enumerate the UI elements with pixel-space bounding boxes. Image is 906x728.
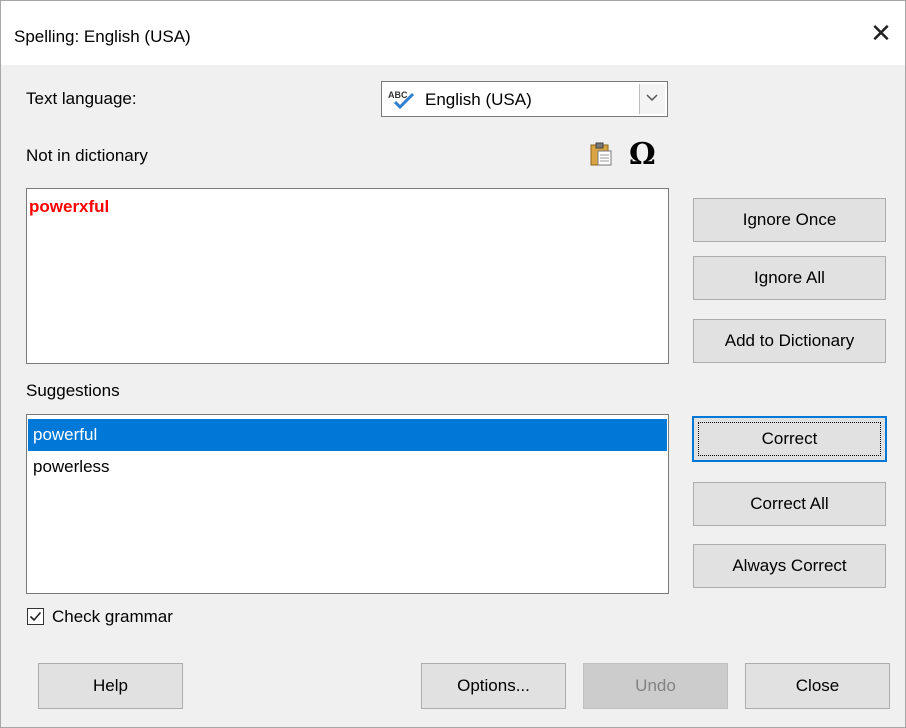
checkmark-icon xyxy=(29,611,42,622)
close-button[interactable]: Close xyxy=(745,663,890,709)
check-grammar-checkbox[interactable] xyxy=(27,608,44,625)
svg-text:ABC: ABC xyxy=(388,90,408,100)
special-character-icon[interactable]: Ω xyxy=(629,137,656,172)
window-title: Spelling: English (USA) xyxy=(14,27,191,46)
help-button[interactable]: Help xyxy=(38,663,183,709)
always-correct-button[interactable]: Always Correct xyxy=(693,544,886,588)
suggestions-label: Suggestions xyxy=(26,381,120,400)
ignore-once-button[interactable]: Ignore Once xyxy=(693,198,886,242)
suggestions-list[interactable]: powerful powerless xyxy=(26,414,669,594)
correct-button[interactable]: Correct xyxy=(692,416,887,462)
text-language-value: English (USA) xyxy=(425,90,532,109)
spellcheck-abc-icon: ABC xyxy=(387,88,417,110)
title-bar: Spelling: English (USA) ✕ xyxy=(1,1,905,65)
misspelled-word: powerxful xyxy=(29,197,110,216)
check-grammar-label[interactable]: Check grammar xyxy=(52,607,173,627)
ignore-all-button[interactable]: Ignore All xyxy=(693,256,886,300)
not-in-dictionary-label: Not in dictionary xyxy=(26,146,148,165)
correct-all-button[interactable]: Correct All xyxy=(693,482,886,526)
close-icon[interactable]: ✕ xyxy=(867,19,895,47)
suggestion-item[interactable]: powerless xyxy=(28,451,667,483)
text-language-select[interactable]: ABC English (USA) xyxy=(381,81,668,117)
add-to-dictionary-button[interactable]: Add to Dictionary xyxy=(693,319,886,363)
text-language-label: Text language: xyxy=(26,89,137,108)
paste-icon[interactable] xyxy=(588,141,614,172)
undo-button[interactable]: Undo xyxy=(583,663,728,709)
chevron-down-icon[interactable] xyxy=(639,84,665,114)
spelling-dialog: Spelling: English (USA) ✕ Text language:… xyxy=(0,0,906,728)
suggestion-item-selected[interactable]: powerful xyxy=(28,419,667,451)
not-in-dictionary-textbox[interactable]: powerxful xyxy=(26,188,669,364)
options-button[interactable]: Options... xyxy=(421,663,566,709)
